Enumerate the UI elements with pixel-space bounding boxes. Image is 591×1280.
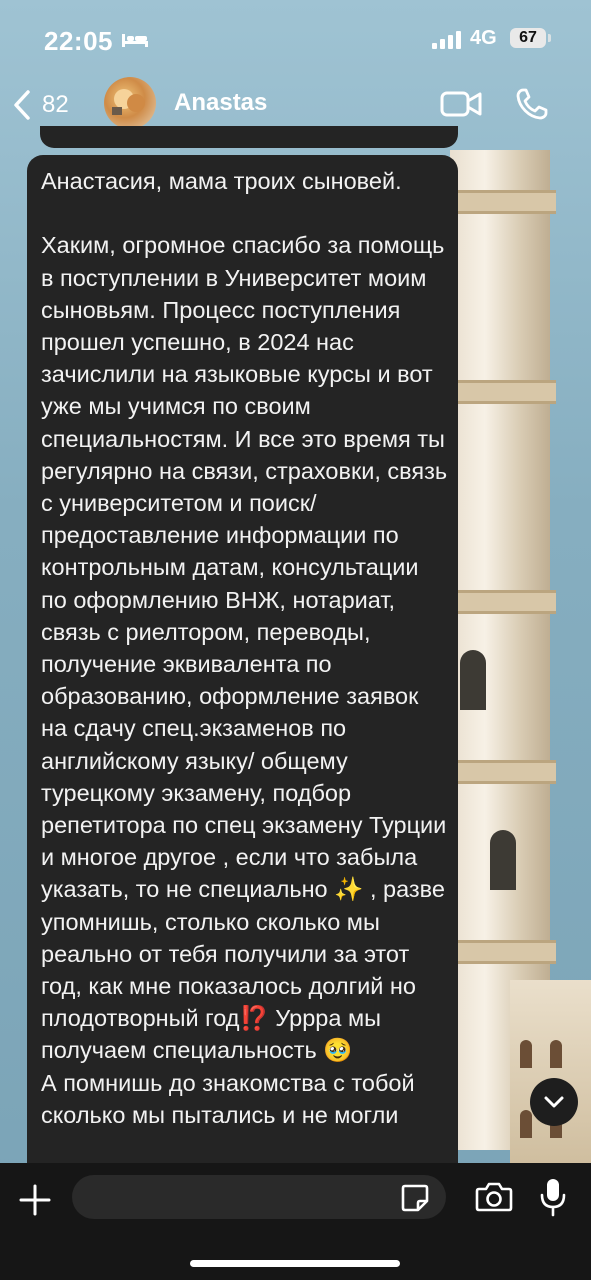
network-type: 4G [470,27,497,49]
camera-icon[interactable] [475,1181,513,1213]
message-bubble[interactable]: Анастасия, мама троих сыновей. Хаким, ог… [27,155,458,1185]
back-button[interactable]: 82 [12,85,69,125]
status-time: 22:05 [44,26,113,56]
sticker-icon[interactable] [400,1183,430,1213]
plus-icon[interactable] [18,1183,52,1217]
signal-icon [432,31,461,49]
chevron-down-icon [544,1096,564,1108]
avatar-image [112,89,145,115]
microphone-icon[interactable] [538,1177,568,1217]
phone-icon[interactable] [515,87,549,121]
message-text: Анастасия, мама троих сыновей. Хаким, ог… [41,168,448,1128]
bed-icon [122,34,148,47]
scroll-to-bottom-button[interactable] [530,1078,578,1126]
battery-icon: 67 [510,28,546,48]
previous-message-bubble [40,126,458,148]
avatar[interactable] [104,77,156,129]
video-call-icon[interactable] [440,89,482,119]
battery-tip [548,34,551,42]
back-chevron-icon [14,90,30,120]
input-bar [0,1163,591,1280]
unread-count: 82 [42,91,69,118]
status-bar: 22:05 4G 67 [0,0,591,75]
contact-name[interactable]: Anastas [174,89,267,117]
message-input[interactable] [72,1175,446,1219]
home-indicator[interactable] [190,1260,400,1267]
